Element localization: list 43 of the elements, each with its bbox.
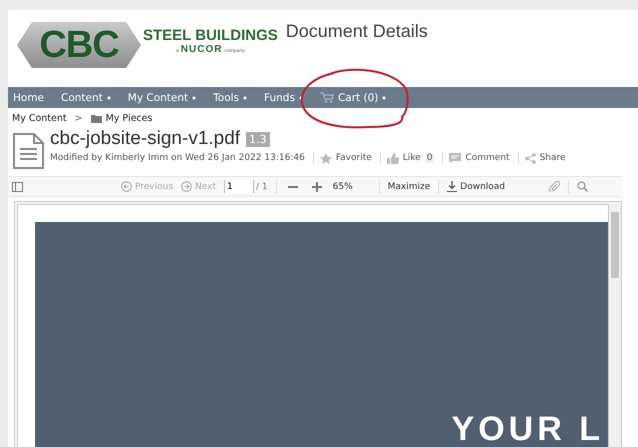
sign-text: YOUR L xyxy=(452,411,604,447)
version-badge: 1.3 xyxy=(246,132,270,146)
page-total: / 1 xyxy=(256,182,268,192)
logo-letters: CBC xyxy=(39,25,119,65)
search-icon xyxy=(577,181,588,192)
nav-item[interactable]: Tools xyxy=(213,92,248,104)
breadcrumb-link[interactable]: My Content xyxy=(12,113,67,124)
action-link[interactable]: Favorite xyxy=(320,152,372,164)
file-name: cbc-jobsite-sign-v1.pdf xyxy=(50,128,240,150)
share-icon xyxy=(524,152,536,164)
zoom-in-icon xyxy=(312,182,322,192)
left-arrow-icon xyxy=(121,181,132,192)
maximize-button[interactable]: Maximize xyxy=(388,182,430,192)
thumbs-up-icon xyxy=(386,152,399,164)
action-link[interactable]: Like 0 xyxy=(386,152,434,164)
right-arrow-icon xyxy=(181,181,192,192)
breadcrumb-link[interactable]: My Pieces xyxy=(90,113,152,124)
nav-item[interactable]: Cart (0) xyxy=(320,92,386,104)
sidebar-toggle-icon xyxy=(12,182,23,192)
paperclip-icon xyxy=(549,181,560,192)
download-button[interactable]: Download xyxy=(447,181,506,192)
comment-icon xyxy=(449,153,462,163)
folder-icon xyxy=(90,114,102,123)
nav-item[interactable]: Funds xyxy=(264,92,303,104)
nav-item[interactable]: My Content xyxy=(128,92,196,104)
modified-info: Modified by Kimberly Imm on Wed 26 Jan 2022 13:16:46 xyxy=(50,153,305,163)
page-title: Document Details xyxy=(286,20,428,42)
action-link[interactable]: Share xyxy=(524,152,566,164)
scrollbar[interactable] xyxy=(609,204,621,447)
nav-item[interactable]: Content xyxy=(61,92,111,104)
scrollbar-thumb[interactable] xyxy=(611,212,619,278)
breadcrumb-separator: > xyxy=(74,113,83,124)
cart-icon xyxy=(320,92,334,103)
document-icon xyxy=(12,133,44,169)
star-icon xyxy=(320,152,332,164)
like-count: 0 xyxy=(424,153,434,163)
download-icon xyxy=(447,181,458,192)
tagline-brand: NUCOR xyxy=(180,44,222,55)
page-number-field[interactable]: 1 xyxy=(224,180,254,193)
action-link[interactable]: Comment xyxy=(449,153,510,163)
nav-item[interactable]: Home xyxy=(13,92,44,104)
zoom-level[interactable]: 65% xyxy=(332,182,371,192)
logo-name: STEEL BUILDINGS xyxy=(143,28,278,44)
